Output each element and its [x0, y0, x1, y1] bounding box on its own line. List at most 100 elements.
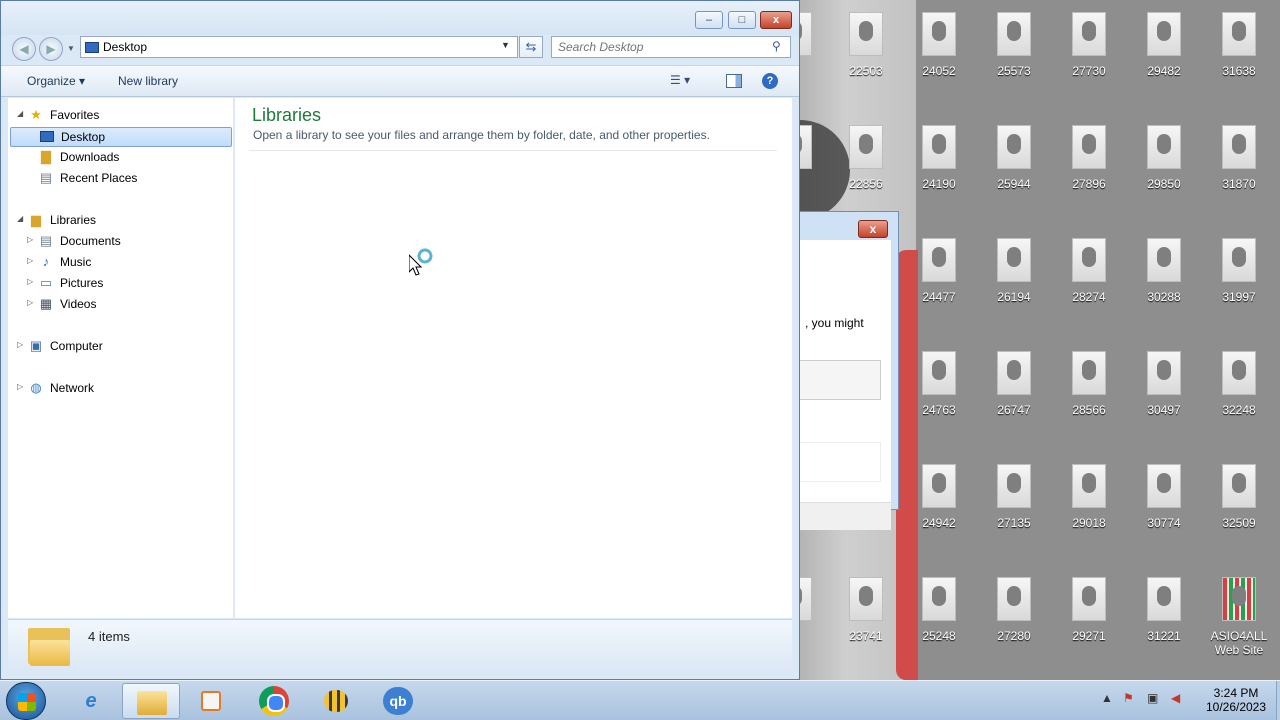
forward-button[interactable]: ▶: [39, 37, 63, 61]
desktop-icon-item[interactable]: 24763: [904, 339, 974, 439]
page-title: Libraries: [252, 105, 322, 125]
help-button[interactable]: ?: [762, 73, 778, 89]
tree-recent-places[interactable]: ▤ Recent Places: [38, 169, 228, 189]
show-hidden-icons-icon[interactable]: ▲: [1101, 691, 1113, 705]
desktop-icon-item[interactable]: 31870: [1204, 113, 1274, 213]
search-input[interactable]: [552, 37, 762, 57]
tree-documents[interactable]: ▷ ▤ Documents: [27, 232, 228, 252]
busy-cursor-icon: [409, 248, 433, 276]
collapse-arrow-icon[interactable]: ◢: [17, 109, 23, 118]
clock[interactable]: 3:24 PM 10/26/2023: [1198, 686, 1274, 714]
tree-libraries[interactable]: ◢ ▆ Libraries: [17, 211, 228, 231]
desktop-icon-item[interactable]: 26194: [979, 226, 1049, 326]
tree-pictures[interactable]: ▷ ▭ Pictures: [27, 274, 228, 294]
desktop-icon-item[interactable]: 28274: [1054, 226, 1124, 326]
image-thumbnail-icon: [997, 351, 1031, 395]
desktop-icon-item[interactable]: 25248: [904, 565, 974, 665]
desktop-icon-item[interactable]: 30774: [1129, 452, 1199, 552]
recent-pages-dropdown-icon[interactable]: ▼: [67, 44, 75, 53]
tree-videos[interactable]: ▷ ▦ Videos: [27, 295, 228, 315]
volume-muted-icon[interactable]: ◀: [1171, 691, 1180, 705]
desktop-icon-item[interactable]: 27280: [979, 565, 1049, 665]
background-dialog: x , you might: [796, 211, 899, 530]
address-dropdown-icon[interactable]: ▼: [501, 40, 510, 50]
desktop-icon-item[interactable]: 29482: [1129, 0, 1199, 100]
search-icon[interactable]: ⚲: [772, 39, 781, 53]
network-status-icon[interactable]: ▣: [1147, 691, 1158, 705]
refresh-button[interactable]: ⇆: [519, 36, 543, 58]
desktop-icon-item[interactable]: 29850: [1129, 113, 1199, 213]
desktop-icon-item[interactable]: 32248: [1204, 339, 1274, 439]
desktop-icon-item[interactable]: 23741: [831, 565, 901, 665]
dialog-close-button[interactable]: x: [858, 220, 888, 238]
desktop-icon-item[interactable]: 24190: [904, 113, 974, 213]
desktop-icon-item[interactable]: 29018: [1054, 452, 1124, 552]
action-center-icon[interactable]: ⚑: [1123, 691, 1134, 705]
taskbar-windows-explorer[interactable]: [122, 683, 180, 719]
desktop-icon-item[interactable]: 30288: [1129, 226, 1199, 326]
tree-label: Network: [50, 381, 95, 395]
expand-arrow-icon[interactable]: ▷: [27, 235, 33, 244]
dialog-field[interactable]: [797, 360, 881, 400]
taskbar-chrome[interactable]: [245, 683, 303, 719]
organize-button[interactable]: Organize ▾: [27, 74, 85, 88]
desktop-icon-item[interactable]: 31997: [1204, 226, 1274, 326]
desktop-icon-label: 28274: [1072, 290, 1106, 304]
tree-downloads[interactable]: ▇ Downloads: [38, 148, 228, 168]
desktop-icon-item[interactable]: 27135: [979, 452, 1049, 552]
preview-pane-icon[interactable]: [726, 74, 742, 88]
taskbar-media-player[interactable]: [182, 683, 240, 719]
desktop-icon-item[interactable]: 31221: [1129, 565, 1199, 665]
expand-arrow-icon[interactable]: ▷: [27, 256, 33, 265]
taskbar-bee-app[interactable]: [307, 683, 365, 719]
desktop-icon-label: 30288: [1147, 290, 1181, 304]
desktop-icon-label: 24763: [922, 403, 956, 417]
desktop-icon-item[interactable]: 25944: [979, 113, 1049, 213]
qbittorrent-icon: qb: [383, 687, 413, 715]
title-bar[interactable]: – □ x: [1, 1, 799, 35]
tree-desktop[interactable]: Desktop: [10, 127, 232, 147]
desktop-icon-item[interactable]: 24477: [904, 226, 974, 326]
desktop-icon-item[interactable]: ASIO4ALL Web Site: [1204, 565, 1274, 665]
minimize-button[interactable]: –: [695, 11, 723, 29]
expand-arrow-icon[interactable]: ▷: [27, 277, 33, 286]
tree-computer[interactable]: ▷ ▣ Computer: [17, 337, 228, 357]
maximize-button[interactable]: □: [728, 11, 756, 29]
taskbar-internet-explorer[interactable]: e: [62, 683, 120, 719]
desktop-icon-item[interactable]: 24942: [904, 452, 974, 552]
desktop-icon-item[interactable]: 24052: [904, 0, 974, 100]
search-box[interactable]: ⚲: [551, 36, 791, 58]
system-tray: ▲ ⚑ ▣ ◀: [1095, 689, 1195, 713]
tree-music[interactable]: ▷ ♪ Music: [27, 253, 228, 273]
show-desktop-button[interactable]: [1276, 681, 1280, 720]
expand-arrow-icon[interactable]: ▷: [17, 382, 23, 391]
expand-arrow-icon[interactable]: ▷: [27, 298, 33, 307]
tree-network[interactable]: ▷ ◍ Network: [17, 379, 228, 399]
change-view-button[interactable]: ☰ ▾: [670, 73, 690, 87]
desktop-icon-item[interactable]: 22856: [831, 113, 901, 213]
desktop-icon-item[interactable]: 27730: [1054, 0, 1124, 100]
desktop-icon-item[interactable]: 25573: [979, 0, 1049, 100]
desktop-icon-item[interactable]: 31638: [1204, 0, 1274, 100]
desktop-icon-item[interactable]: 32509: [1204, 452, 1274, 552]
tree-favorites[interactable]: ◢ ★ Favorites: [17, 106, 228, 126]
desktop-icon-item[interactable]: 28566: [1054, 339, 1124, 439]
desktop-icon-item[interactable]: 22503: [831, 0, 901, 100]
address-bar[interactable]: Desktop ▼: [80, 36, 518, 58]
start-button[interactable]: [6, 682, 46, 720]
tree-label: Computer: [50, 339, 103, 353]
collapse-arrow-icon[interactable]: ◢: [17, 214, 23, 223]
dialog-body: , you might: [797, 240, 891, 530]
desktop-icon-item[interactable]: 26747: [979, 339, 1049, 439]
desktop-icon-item[interactable]: 30497: [1129, 339, 1199, 439]
expand-arrow-icon[interactable]: ▷: [17, 340, 23, 349]
dialog-field-2[interactable]: [797, 442, 881, 482]
desktop-icon-item[interactable]: 29271: [1054, 565, 1124, 665]
image-thumbnail-icon: [1147, 125, 1181, 169]
new-library-button[interactable]: New library: [118, 74, 178, 88]
desktop-icon-item[interactable]: 27896: [1054, 113, 1124, 213]
close-button[interactable]: x: [760, 11, 792, 29]
taskbar-qbittorrent[interactable]: qb: [369, 683, 427, 719]
back-button[interactable]: ◀: [12, 37, 36, 61]
command-bar: Organize ▾ New library ☰ ▾ ?: [1, 65, 799, 97]
